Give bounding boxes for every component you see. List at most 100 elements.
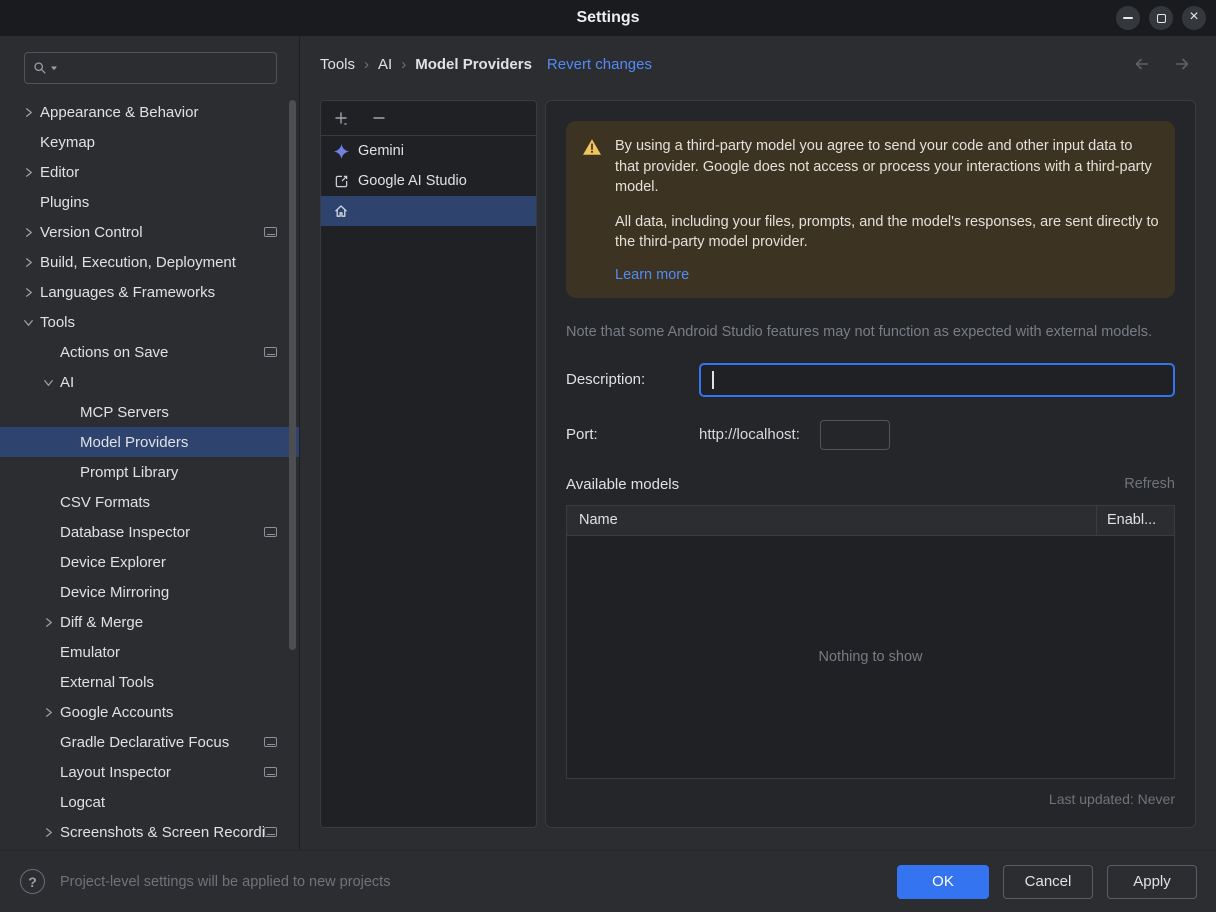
sidebar-item-label: Tools (40, 313, 76, 331)
breadcrumb-row: Tools › AI › Model Providers Revert changes (300, 36, 1216, 92)
warning-banner: By using a third-party model you agree t… (566, 121, 1175, 298)
sidebar-item-label: Database Inspector (60, 523, 191, 541)
close-button[interactable]: × (1182, 6, 1206, 30)
provider-item-gemini[interactable]: Gemini (321, 136, 536, 166)
breadcrumb-separator: › (401, 55, 407, 73)
settings-sidebar: Appearance & Behavior Keymap Editor Plugins… (0, 36, 300, 850)
sidebar-item-screenshots-screen-recordi[interactable]: Screenshots & Screen Recordi (0, 817, 299, 847)
sidebar-item-editor[interactable]: Editor (0, 157, 299, 187)
sidebar-item-database-inspector[interactable]: Database Inspector (0, 517, 299, 547)
minimize-button[interactable] (1116, 6, 1140, 30)
description-input[interactable] (701, 364, 1173, 395)
cancel-button[interactable]: Cancel (1003, 864, 1093, 899)
sidebar-item-version-control[interactable]: Version Control (0, 217, 299, 247)
sidebar-item-languages-frameworks[interactable]: Languages & Frameworks (0, 277, 299, 307)
provider-item-new-provider[interactable] (321, 196, 536, 226)
column-header-name[interactable]: Name (567, 505, 1097, 535)
sidebar-item-emulator[interactable]: Emulator (0, 637, 299, 667)
sidebar-item-external-tools[interactable]: External Tools (0, 667, 299, 697)
sidebar-item-build-execution-deployment[interactable]: Build, Execution, Deployment (0, 247, 299, 277)
add-provider-button[interactable] (329, 106, 353, 130)
back-arrow-icon[interactable] (1132, 55, 1152, 73)
sidebar-item-prompt-library[interactable]: Prompt Library (0, 457, 299, 487)
help-icon[interactable]: ? (20, 869, 45, 894)
sidebar-scrollbar[interactable] (289, 100, 296, 650)
sidebar-item-label: AI (60, 373, 75, 391)
breadcrumb-item-tools[interactable]: Tools (320, 56, 355, 73)
chevron-right-icon[interactable] (36, 704, 60, 720)
breadcrumb: Tools › AI › Model Providers (320, 56, 532, 73)
available-models-row: Available models Refresh (566, 476, 1175, 493)
column-header-enabled[interactable]: Enabl... (1097, 506, 1174, 535)
learn-more-link[interactable]: Learn more (615, 267, 689, 283)
empty-table-text: Nothing to show (818, 648, 923, 665)
chevron-right-icon[interactable] (16, 224, 40, 240)
chevron-right-icon[interactable] (16, 164, 40, 180)
provider-item-google-ai-studio[interactable]: Google AI Studio (321, 166, 536, 196)
sidebar-item-mcp-servers[interactable]: MCP Servers (0, 397, 299, 427)
sidebar-item-layout-inspector[interactable]: Layout Inspector (0, 757, 299, 787)
sidebar-item-label: Model Providers (80, 433, 189, 451)
settings-content: Tools › AI › Model Providers Revert changes (300, 36, 1216, 850)
sidebar-item-tools[interactable]: Tools (0, 307, 299, 337)
remove-provider-button[interactable] (367, 106, 391, 130)
provider-item-label: Google AI Studio (358, 173, 467, 189)
sidebar-item-diff-merge[interactable]: Diff & Merge (0, 607, 299, 637)
sidebar-item-appearance-behavior[interactable]: Appearance & Behavior (0, 97, 299, 127)
sidebar-item-logcat[interactable]: Logcat (0, 787, 299, 817)
settings-dialog-body: Appearance & Behavior Keymap Editor Plugins… (0, 36, 1216, 850)
home-icon (333, 203, 349, 219)
revert-changes-link[interactable]: Revert changes (547, 56, 652, 73)
sidebar-item-gradle-declarative-focus[interactable]: Gradle Declarative Focus (0, 727, 299, 757)
search-icon (33, 61, 47, 75)
sidebar-item-csv-formats[interactable]: CSV Formats (0, 487, 299, 517)
sidebar-item-plugins[interactable]: Plugins (0, 187, 299, 217)
sidebar-item-actions-on-save[interactable]: Actions on Save (0, 337, 299, 367)
sidebar-item-device-explorer[interactable]: Device Explorer (0, 547, 299, 577)
settings-search-box[interactable] (24, 52, 277, 84)
chevron-right-icon[interactable] (36, 614, 60, 630)
sidebar-item-label: External Tools (60, 673, 154, 691)
chevron-down-icon[interactable] (36, 374, 60, 390)
apply-button[interactable]: Apply (1107, 864, 1197, 899)
sidebar-item-keymap[interactable]: Keymap (0, 127, 299, 157)
footer-hint: Project-level settings will be applied t… (60, 873, 391, 890)
sidebar-item-label: Editor (40, 163, 80, 181)
sidebar-item-device-mirroring[interactable]: Device Mirroring (0, 577, 299, 607)
warning-icon (582, 136, 602, 283)
search-history-chevron-icon[interactable] (50, 64, 58, 72)
dialog-footer: ? Project-level settings will be applied… (0, 850, 1216, 912)
search-input[interactable] (61, 60, 268, 76)
maximize-button[interactable] (1149, 6, 1173, 30)
chevron-right-icon[interactable] (16, 284, 40, 300)
chevron-right-icon[interactable] (16, 104, 40, 120)
window-title: Settings (576, 9, 640, 26)
chevron-down-icon[interactable] (16, 314, 40, 330)
sidebar-item-label: Gradle Declarative Focus (60, 733, 230, 751)
port-input[interactable] (819, 419, 890, 450)
breadcrumb-item-model-providers[interactable]: Model Providers (415, 56, 532, 73)
window-controls: × (1116, 6, 1206, 30)
text-caret (712, 370, 714, 389)
breadcrumb-item-ai[interactable]: AI (378, 56, 392, 73)
refresh-button[interactable]: Refresh (1124, 476, 1175, 492)
ok-button[interactable]: OK (897, 864, 989, 899)
titlebar: Settings × (0, 0, 1216, 36)
warning-paragraph-1: By using a third-party model you agree t… (615, 138, 1152, 196)
forward-arrow-icon[interactable] (1172, 55, 1192, 73)
localhost-prefix: http://localhost: (699, 426, 800, 444)
maximize-icon (1156, 13, 1166, 23)
sidebar-item-model-providers[interactable]: Model Providers (0, 427, 299, 457)
sidebar-item-google-accounts[interactable]: Google Accounts (0, 697, 299, 727)
chevron-right-icon[interactable] (36, 824, 60, 840)
chevron-right-icon[interactable] (16, 254, 40, 270)
models-table-body: Nothing to show (567, 535, 1174, 778)
sidebar-item-ai[interactable]: AI (0, 367, 299, 397)
